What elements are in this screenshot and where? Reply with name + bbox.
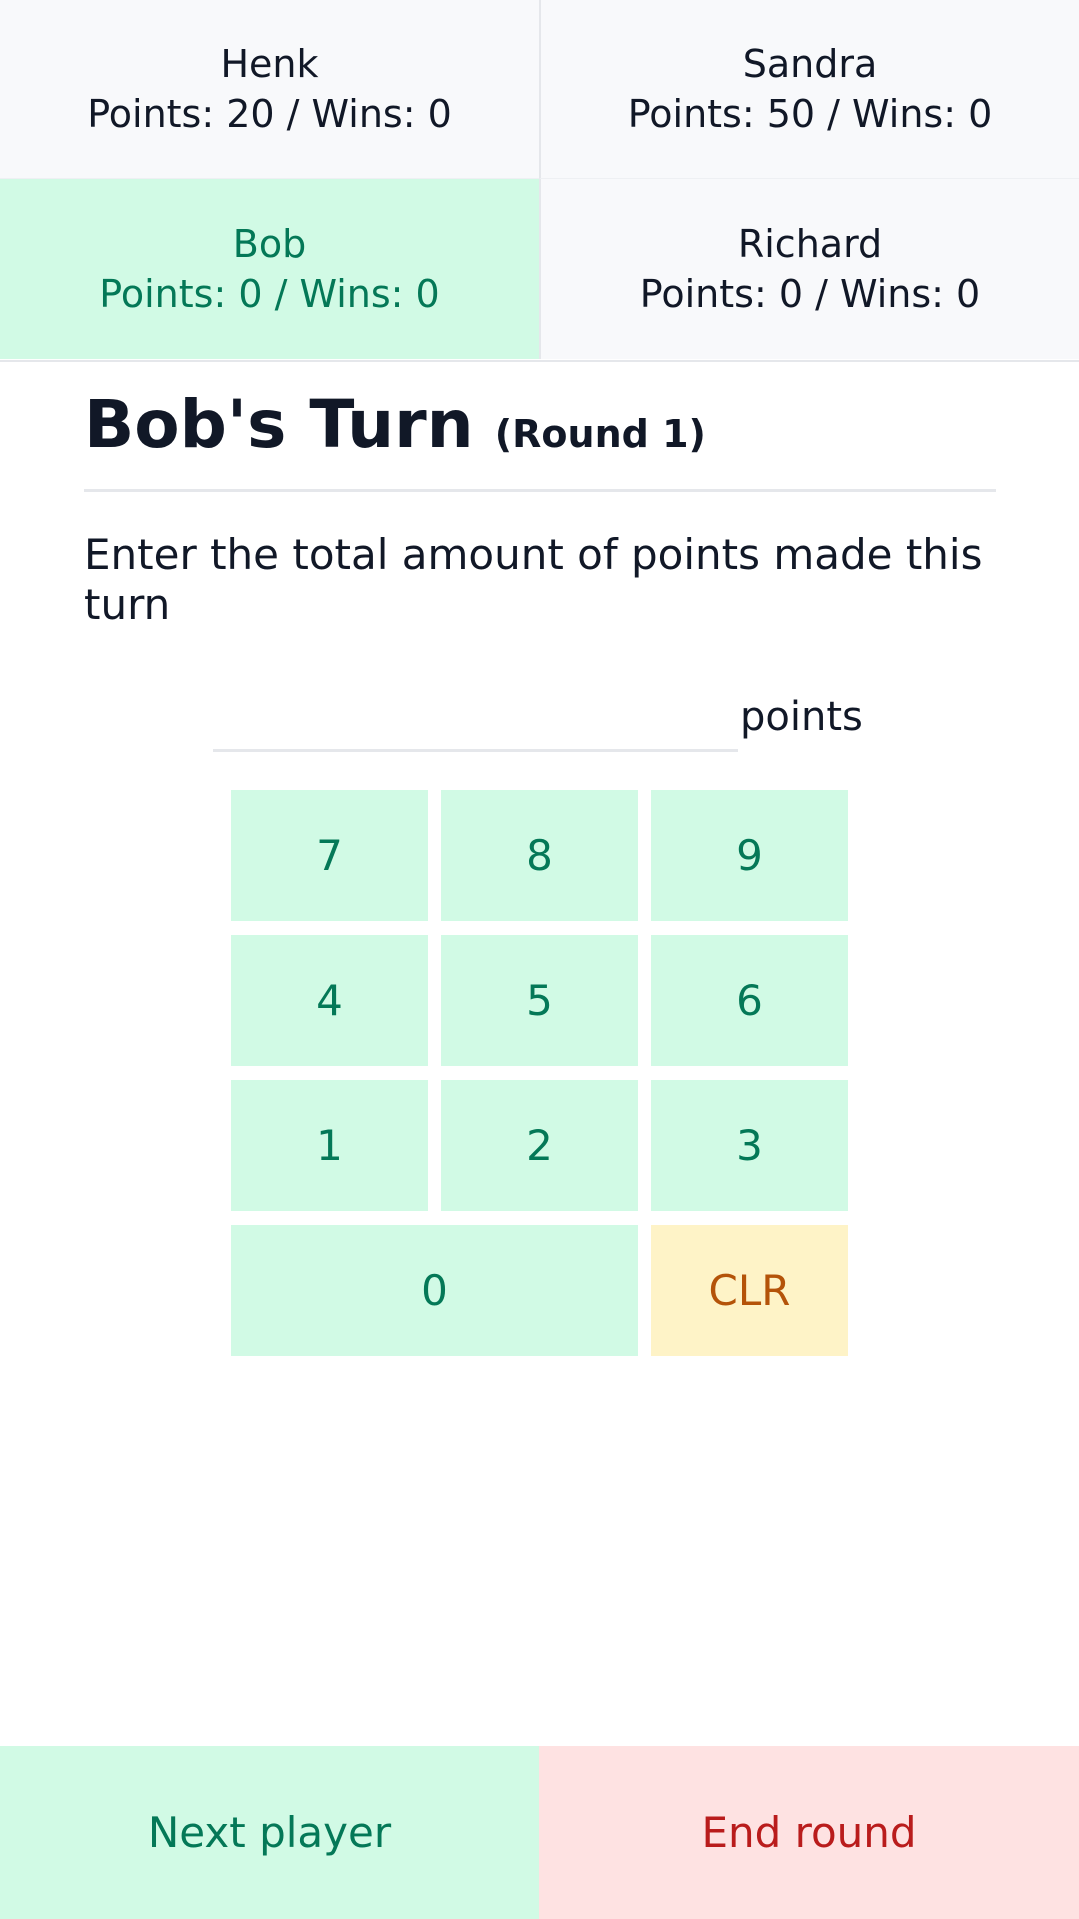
turn-title: Bob's Turn <box>84 386 474 463</box>
keypad-1-button[interactable]: 1 <box>231 1080 428 1211</box>
keypad-5-button[interactable]: 5 <box>441 935 638 1066</box>
player-name: Henk <box>220 42 319 86</box>
player-name: Richard <box>737 222 883 266</box>
keypad-0-button[interactable]: 0 <box>231 1225 638 1356</box>
player-card-bob: Bob Points: 0 / Wins: 0 <box>0 179 539 359</box>
round-label: (Round 1) <box>494 412 706 456</box>
player-card-richard: Richard Points: 0 / Wins: 0 <box>539 179 1079 359</box>
end-round-button[interactable]: End round <box>539 1746 1079 1919</box>
clear-button[interactable]: CLR <box>651 1225 848 1356</box>
numeric-keypad: 7 8 9 4 5 6 1 2 3 0 CLR <box>231 790 849 1356</box>
keypad-7-button[interactable]: 7 <box>231 790 428 921</box>
points-input[interactable] <box>213 695 738 752</box>
keypad-4-button[interactable]: 4 <box>231 935 428 1066</box>
player-stats: Points: 20 / Wins: 0 <box>87 92 452 136</box>
player-stats: Points: 0 / Wins: 0 <box>99 272 440 316</box>
keypad-3-button[interactable]: 3 <box>651 1080 848 1211</box>
turn-heading: Bob's Turn (Round 1) <box>84 388 996 492</box>
player-name: Sandra <box>742 42 878 86</box>
keypad-9-button[interactable]: 9 <box>651 790 848 921</box>
player-card-henk: Henk Points: 20 / Wins: 0 <box>0 0 539 179</box>
player-stats: Points: 50 / Wins: 0 <box>627 92 993 136</box>
player-name: Bob <box>232 222 307 266</box>
keypad-8-button[interactable]: 8 <box>441 790 638 921</box>
instructions-text: Enter the total amount of points made th… <box>84 530 983 629</box>
points-entry: points <box>213 694 863 752</box>
player-scoreboard: Henk Points: 20 / Wins: 0 Sandra Points:… <box>0 0 1079 362</box>
player-stats: Points: 0 / Wins: 0 <box>639 272 981 316</box>
points-unit-label: points <box>740 694 863 740</box>
footer-actions: Next player End round <box>0 1746 1079 1919</box>
player-card-sandra: Sandra Points: 50 / Wins: 0 <box>539 0 1079 179</box>
next-player-button[interactable]: Next player <box>0 1746 539 1919</box>
keypad-2-button[interactable]: 2 <box>441 1080 638 1211</box>
keypad-6-button[interactable]: 6 <box>651 935 848 1066</box>
